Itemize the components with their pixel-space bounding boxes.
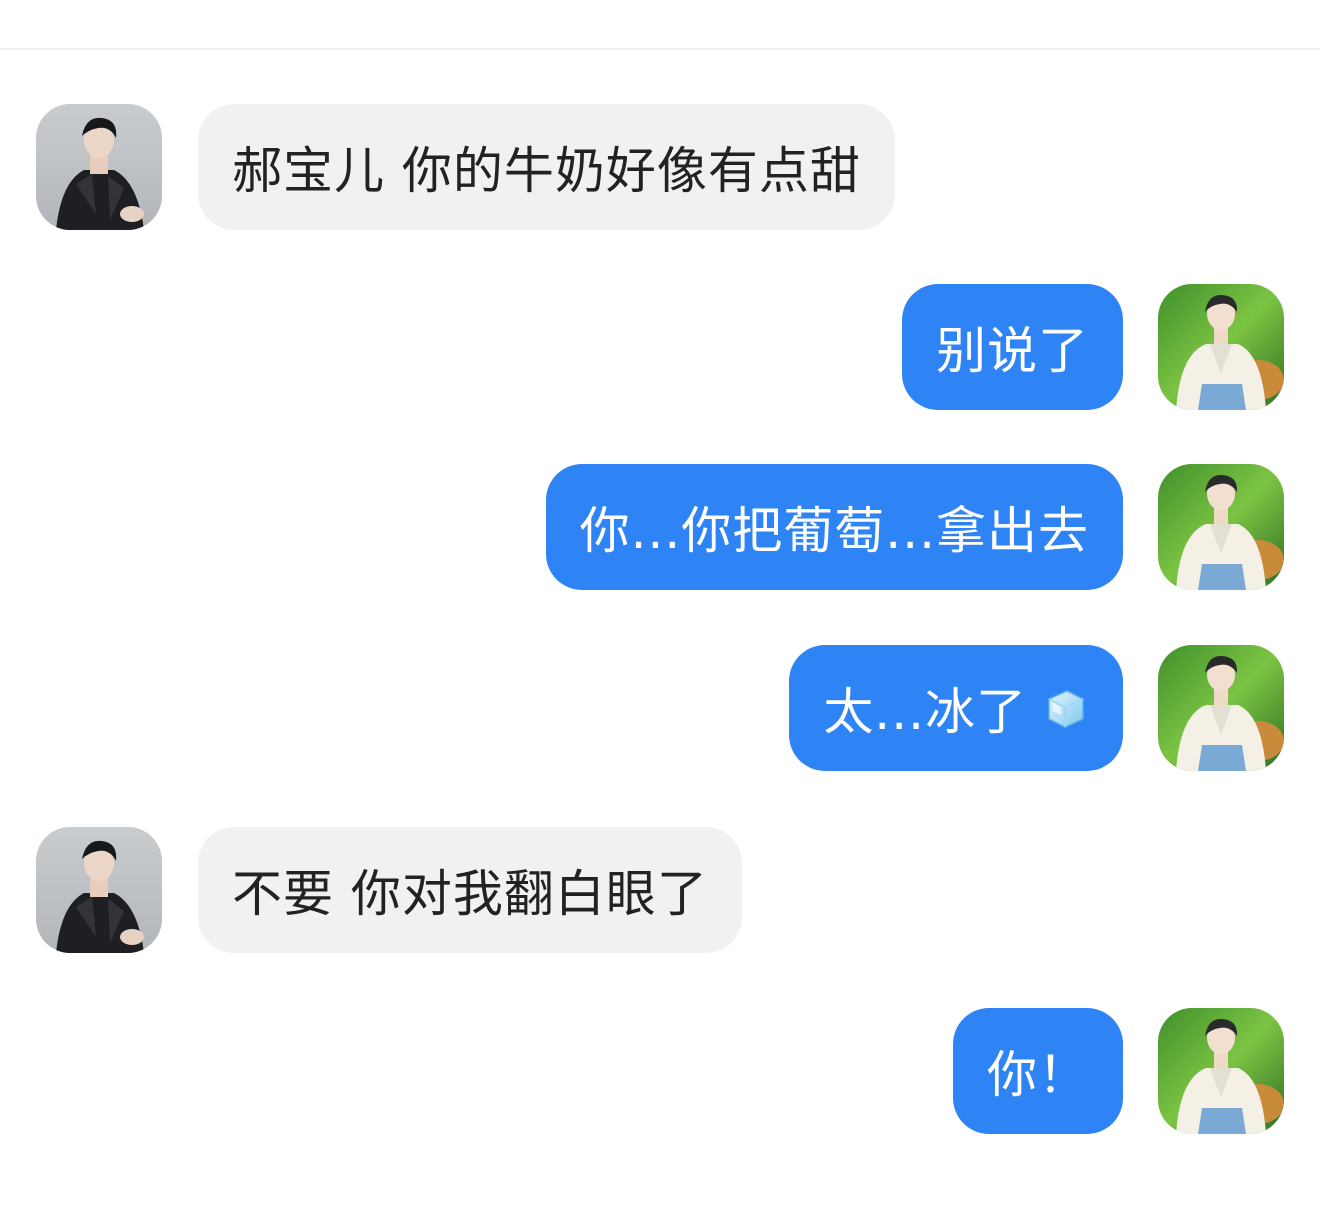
ice-cube-icon — [1048, 690, 1084, 728]
message-text: 郝宝儿 你的牛奶好像有点甜 — [232, 142, 861, 200]
outgoing-message-bubble[interactable]: 别说了 — [902, 284, 1123, 410]
avatar-dark-suit-image — [36, 104, 162, 230]
incoming-avatar[interactable] — [36, 104, 162, 230]
message-text: 不要 你对我翻白眼了 — [232, 865, 708, 923]
avatar-white-shirt-image — [1158, 464, 1284, 590]
incoming-avatar[interactable] — [36, 827, 162, 953]
top-divider — [0, 48, 1320, 50]
avatar-white-shirt-image — [1158, 284, 1284, 410]
message-text: 太...冰了 — [823, 683, 1027, 741]
chat-view: 郝宝儿 你的牛奶好像有点甜 别说了 你...你把葡萄...拿出去 太...冰了 … — [0, 0, 1320, 1220]
message-text: 别说了 — [936, 322, 1089, 380]
message-text: 你...你把葡萄...拿出去 — [579, 502, 1089, 560]
outgoing-avatar[interactable] — [1158, 1008, 1284, 1134]
avatar-white-shirt-image — [1158, 645, 1284, 771]
incoming-message-bubble[interactable]: 不要 你对我翻白眼了 — [198, 827, 742, 953]
outgoing-avatar[interactable] — [1158, 464, 1284, 590]
incoming-message-bubble[interactable]: 郝宝儿 你的牛奶好像有点甜 — [198, 104, 895, 230]
outgoing-message-bubble[interactable]: 你...你把葡萄...拿出去 — [545, 464, 1123, 590]
avatar-white-shirt-image — [1158, 1008, 1284, 1134]
message-text: 你！ — [987, 1046, 1089, 1104]
outgoing-avatar[interactable] — [1158, 645, 1284, 771]
outgoing-message-bubble[interactable]: 太...冰了 — [789, 645, 1123, 771]
avatar-dark-suit-image — [36, 827, 162, 953]
outgoing-message-bubble[interactable]: 你！ — [953, 1008, 1123, 1134]
outgoing-avatar[interactable] — [1158, 284, 1284, 410]
